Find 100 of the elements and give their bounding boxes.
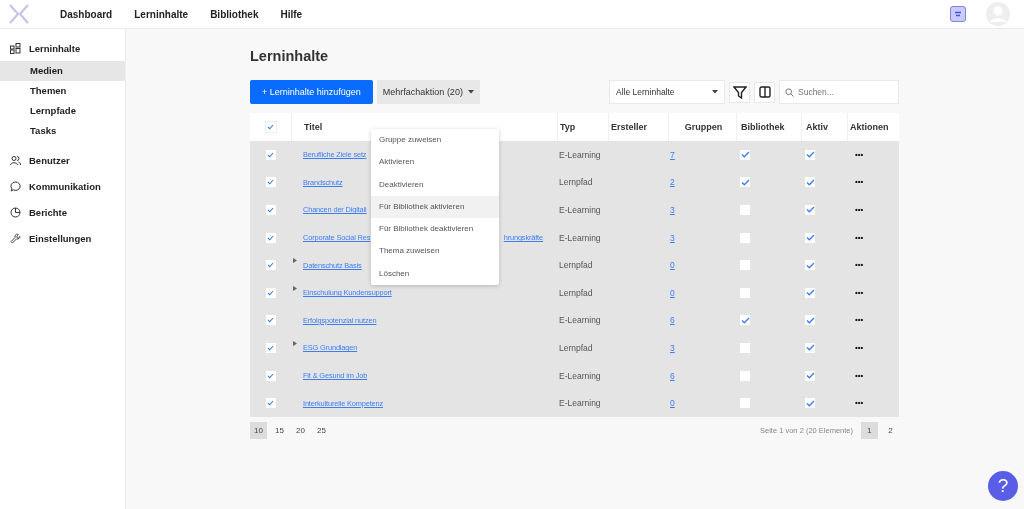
content-filter-select[interactable]: Alle Lerninhalte — [609, 80, 725, 104]
library-checkbox[interactable] — [740, 260, 750, 271]
select-all-checkbox[interactable] — [264, 121, 277, 133]
menu-item[interactable]: Thema zuweisen — [371, 240, 499, 263]
column-header: Ersteller — [608, 113, 668, 141]
clock-icon — [10, 206, 21, 218]
page-size-option[interactable]: 10 — [250, 421, 267, 439]
row-checkbox[interactable] — [265, 342, 276, 353]
more-actions-button[interactable]: ••• — [855, 288, 864, 297]
active-checkbox[interactable] — [805, 177, 815, 188]
chat-icon — [10, 180, 21, 192]
page-button[interactable]: 1 — [861, 421, 878, 439]
wrench-icon — [10, 232, 21, 244]
logo-icon — [8, 4, 30, 24]
more-actions-button[interactable]: ••• — [855, 399, 864, 408]
library-checkbox[interactable] — [740, 370, 750, 381]
library-checkbox[interactable] — [740, 149, 750, 160]
active-checkbox[interactable] — [805, 149, 815, 160]
row-checkbox[interactable] — [265, 287, 276, 298]
row-checkbox[interactable] — [265, 149, 276, 160]
nav-link[interactable]: Hilfe — [280, 8, 303, 20]
active-checkbox[interactable] — [805, 315, 815, 326]
users-icon — [10, 154, 21, 166]
row-checkbox[interactable] — [265, 398, 276, 409]
sidebar-subitem[interactable]: Lernpfade — [0, 101, 125, 121]
sidebar-item[interactable]: Benutzer — [0, 147, 125, 173]
menu-item[interactable]: Für Bibliothek aktivieren — [371, 195, 499, 219]
column-header: Typ — [557, 113, 608, 141]
page-size-option[interactable]: 15 — [271, 421, 288, 439]
row-checkbox[interactable] — [265, 205, 276, 215]
bulk-action-dropdown[interactable]: Mehrfachaktion (20) — [376, 80, 480, 104]
more-actions-button[interactable]: ••• — [855, 371, 864, 380]
type-cell-text: Lernpfad — [558, 341, 594, 355]
nav-link[interactable]: Dashboard — [60, 8, 113, 20]
column-header: Aktionen — [847, 113, 899, 141]
sidebar-item[interactable]: Einstellungen — [0, 225, 125, 251]
more-actions-button[interactable]: ••• — [855, 261, 864, 270]
nav-link[interactable]: Bibliothek — [210, 8, 259, 20]
page-size-option[interactable]: 20 — [292, 421, 309, 439]
row-checkbox[interactable] — [265, 315, 276, 326]
library-checkbox[interactable] — [740, 315, 750, 326]
row-checkbox[interactable] — [265, 260, 276, 271]
panel-toggle-icon[interactable] — [950, 6, 966, 22]
type-cell-text: E-Learning — [558, 148, 602, 162]
menu-item[interactable]: Deaktivieren — [371, 173, 499, 196]
type-cell-text: E-Learning — [558, 369, 602, 383]
more-actions-button[interactable]: ••• — [855, 206, 864, 214]
type-cell-text: E-Learning — [558, 204, 602, 217]
caret-icon — [467, 90, 474, 94]
active-checkbox[interactable] — [805, 232, 815, 243]
sidebar-subitem[interactable]: Tasks — [0, 121, 125, 141]
type-cell-text: E-Learning — [558, 231, 602, 245]
more-actions-button[interactable]: ••• — [855, 178, 864, 187]
library-checkbox[interactable] — [740, 205, 750, 215]
more-actions-button[interactable]: ••• — [855, 233, 864, 242]
column-header: Bibliothek — [736, 113, 801, 141]
sidebar-item[interactable]: Kommunikation — [0, 173, 125, 199]
library-checkbox[interactable] — [740, 342, 750, 353]
menu-item[interactable]: Für Bibliothek deaktivieren — [371, 218, 499, 241]
grid-icon — [10, 42, 21, 54]
active-checkbox[interactable] — [805, 260, 815, 271]
help-button[interactable]: ? — [988, 471, 1018, 501]
sidebar-subitem[interactable]: Medien — [0, 61, 125, 81]
column-header: Aktiv — [801, 113, 847, 141]
search-field[interactable]: Suchen... — [779, 80, 899, 104]
library-checkbox[interactable] — [740, 287, 750, 298]
type-cell-text: Lernpfad — [558, 286, 594, 300]
more-actions-button[interactable]: ••• — [855, 150, 864, 159]
active-checkbox[interactable] — [805, 342, 815, 353]
library-checkbox[interactable] — [740, 398, 750, 409]
sidebar-subitem[interactable]: Themen — [0, 81, 125, 101]
more-actions-button[interactable]: ••• — [855, 316, 864, 325]
expand-arrow-icon[interactable] — [293, 285, 297, 291]
caret-icon — [712, 90, 718, 94]
more-actions-button[interactable]: ••• — [855, 343, 864, 352]
expand-arrow-icon[interactable] — [293, 258, 297, 264]
column-header: Gruppen — [668, 113, 736, 141]
library-checkbox[interactable] — [740, 177, 750, 188]
page-size-option[interactable]: 25 — [313, 421, 330, 439]
nav-link[interactable]: Lerninhalte — [134, 8, 189, 20]
active-checkbox[interactable] — [805, 370, 815, 381]
menu-item[interactable]: Aktivieren — [371, 151, 499, 174]
sidebar-item[interactable]: Berichte — [0, 199, 125, 225]
library-checkbox[interactable] — [740, 232, 750, 243]
expand-arrow-icon[interactable] — [293, 341, 297, 347]
sidebar-item[interactable]: Lerninhalte — [0, 35, 125, 61]
type-cell-text: E-Learning — [558, 397, 602, 411]
menu-item[interactable]: Löschen — [371, 262, 499, 286]
type-cell-text: E-Learning — [558, 314, 602, 328]
type-cell-text: Lernpfad — [558, 259, 594, 273]
filter-icon[interactable] — [729, 81, 750, 103]
active-checkbox[interactable] — [805, 287, 815, 298]
page-button[interactable]: 2 — [882, 421, 899, 439]
columns-icon[interactable] — [754, 81, 775, 103]
row-checkbox[interactable] — [265, 177, 276, 188]
add-button[interactable]: + Lerninhalte hinzufügen — [250, 80, 373, 104]
row-checkbox[interactable] — [265, 370, 276, 381]
row-checkbox[interactable] — [265, 232, 276, 243]
active-checkbox[interactable] — [805, 398, 815, 409]
active-checkbox[interactable] — [805, 205, 815, 215]
